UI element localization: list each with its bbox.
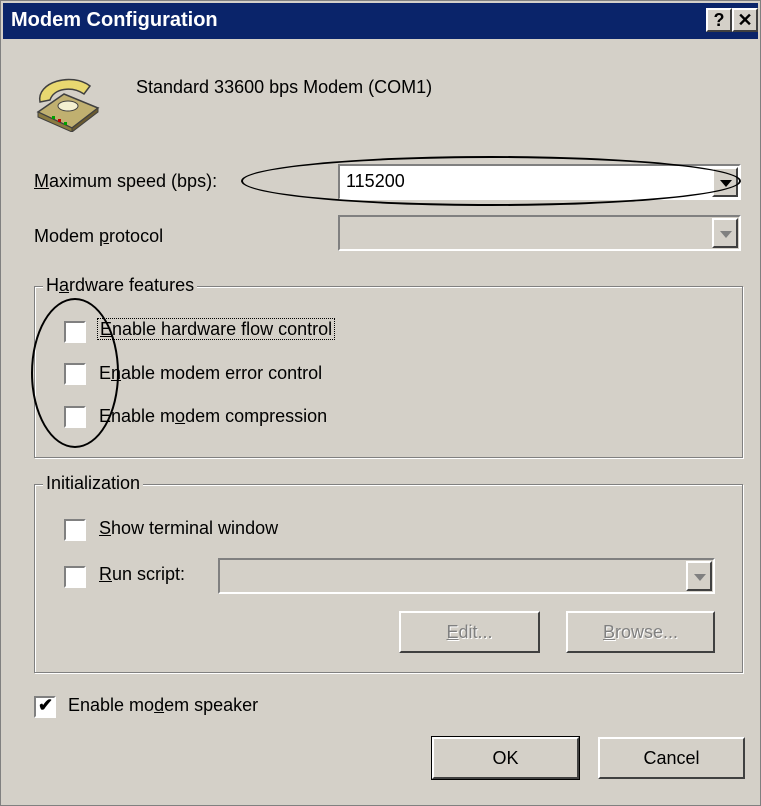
title-bar[interactable]: Modem Configuration ? ✕ — [3, 3, 758, 39]
show-terminal-window-checkbox[interactable] — [64, 519, 86, 541]
close-icon: ✕ — [737, 10, 753, 30]
show-terminal-window-label[interactable]: Show terminal window — [99, 518, 278, 539]
modem-compression-checkbox[interactable] — [64, 406, 86, 428]
modem-error-control-label[interactable]: Enable modem error control — [99, 363, 322, 384]
chevron-down-icon[interactable] — [686, 561, 712, 591]
initialization-title: Initialization — [43, 473, 144, 494]
modem-compression-label[interactable]: Enable modem compression — [99, 406, 327, 427]
max-speed-select[interactable]: 115200 — [338, 164, 741, 200]
help-button[interactable]: ? — [706, 8, 732, 32]
enable-modem-speaker-label[interactable]: Enable modem speaker — [68, 695, 258, 716]
telephone-icon — [36, 78, 100, 132]
max-speed-value: 115200 — [346, 171, 405, 191]
checkmark-icon: ✔ — [38, 695, 54, 715]
chevron-down-icon[interactable] — [712, 218, 738, 248]
max-speed-label: Maximum speed (bps): — [34, 171, 218, 191]
modem-protocol-select[interactable] — [338, 215, 741, 251]
run-script-label[interactable]: Run script: — [99, 564, 185, 585]
edit-button[interactable]: Edit... — [399, 611, 540, 653]
close-button[interactable]: ✕ — [732, 8, 758, 32]
hardware-flow-control-label[interactable]: Enable hardware flow control — [97, 318, 336, 340]
browse-button[interactable]: Browse... — [566, 611, 715, 653]
modem-configuration-dialog: Modem Configuration ? ✕ Standard 33600 b… — [0, 0, 761, 806]
hardware-flow-control-checkbox[interactable] — [64, 321, 86, 343]
enable-modem-speaker-checkbox[interactable]: ✔ — [34, 695, 56, 718]
run-script-select[interactable] — [218, 558, 715, 594]
ok-button[interactable]: OK — [431, 736, 580, 780]
chevron-down-icon[interactable] — [712, 167, 738, 197]
window-title: Modem Configuration — [11, 9, 218, 31]
modem-protocol-label: Modem protocol — [34, 226, 164, 246]
cancel-button[interactable]: Cancel — [598, 737, 745, 779]
modem-name: Standard 33600 bps Modem (COM1) — [136, 77, 433, 97]
hardware-features-title: Hardware features — [43, 275, 198, 296]
modem-error-control-checkbox[interactable] — [64, 363, 86, 385]
run-script-checkbox[interactable] — [64, 566, 86, 588]
